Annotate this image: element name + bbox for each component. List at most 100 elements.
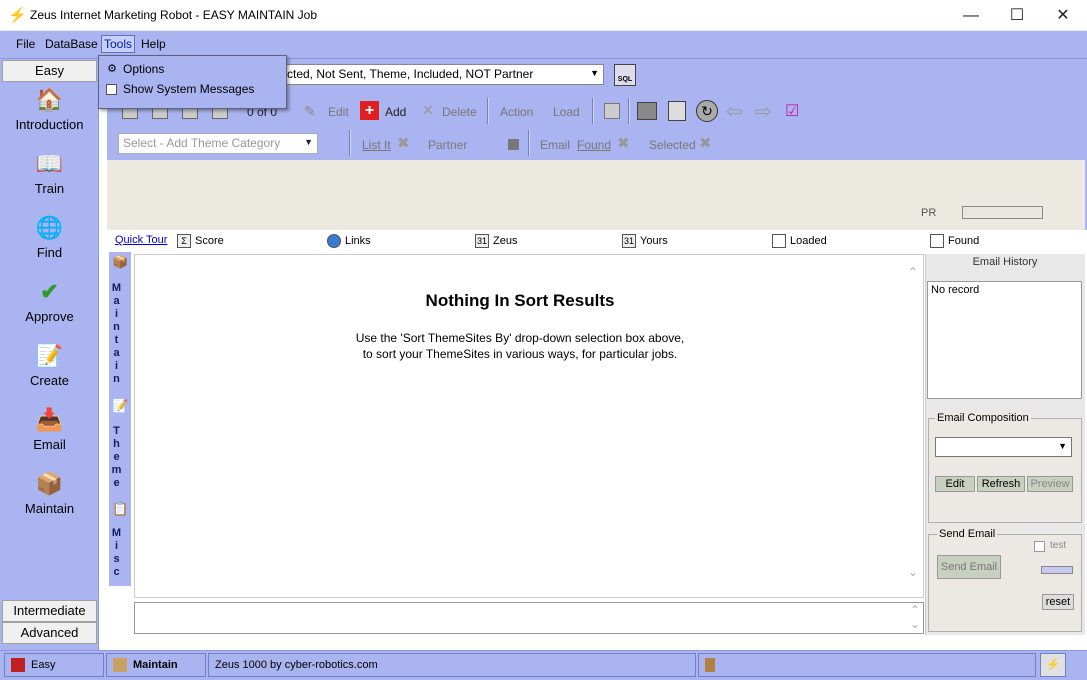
status-bar: Easy Maintain Zeus 1000 by cyber-robotic… [0, 650, 1087, 680]
add-button[interactable]: Add [385, 105, 406, 119]
info-area [107, 160, 1085, 230]
calendar-icon: 31 [475, 234, 489, 248]
scroll-up-icon[interactable]: ⌃ [905, 265, 921, 279]
close-icon[interactable]: ✖ [397, 134, 410, 152]
easy-tab[interactable]: Easy [2, 60, 97, 82]
back-arrow-icon[interactable]: ⇦ [726, 99, 743, 124]
theme-tab-icon: 📝 [112, 398, 129, 413]
maintain-icon [113, 658, 127, 673]
nav-maintain-label: Maintain [24, 501, 75, 516]
checkmark-icon: ✔ [40, 279, 59, 304]
email-composition-select[interactable]: ▼ [935, 437, 1072, 457]
window-title: Zeus Internet Marketing Robot - EASY MAI… [30, 8, 318, 22]
yours-label: Yours [640, 234, 668, 247]
menu-file[interactable]: File [13, 37, 38, 51]
menu-help[interactable]: Help [138, 37, 169, 51]
menu-database[interactable]: DataBase [42, 37, 101, 51]
forward-arrow-icon[interactable]: ⇨ [755, 99, 772, 124]
sql-label: SQL [617, 76, 633, 83]
preview-button[interactable]: Preview [1027, 476, 1073, 492]
status-level-label: Easy [31, 659, 56, 671]
toolbar-separator [528, 130, 530, 156]
found-button[interactable]: Found [577, 138, 611, 152]
title-bar: ⚡ Zeus Internet Marketing Robot - EASY M… [0, 0, 1087, 31]
menu-item-show-system-messages[interactable]: Show System Messages [103, 79, 283, 99]
close-button[interactable]: ✕ [1040, 0, 1086, 31]
menu-tools[interactable]: Tools [101, 35, 136, 53]
zeus-lightning-icon: ⚡ [8, 7, 27, 24]
intermediate-tab[interactable]: Intermediate [2, 600, 97, 622]
status-info: Zeus 1000 by cyber-robotics.com [208, 653, 696, 677]
action-menu[interactable]: Action [500, 105, 533, 119]
close-icon[interactable]: ✖ [699, 134, 712, 152]
scroll-up-icon[interactable]: ⌃ [907, 603, 923, 617]
vertical-tabs: 📦 Maintain 📝 Theme 📋 Misc [109, 252, 131, 586]
nav-maintain[interactable]: 📦 Maintain [2, 467, 97, 531]
globe-icon: 🌐 [35, 215, 64, 240]
grid-icon[interactable] [604, 103, 620, 119]
scroll-down-icon[interactable]: ⌄ [905, 565, 921, 579]
delete-icon: ✕ [422, 102, 434, 118]
nav-find[interactable]: 🌐 Find [2, 211, 97, 275]
tools-dropdown-menu: ⚙ Options Show System Messages [98, 55, 287, 109]
email-icon: 📥 [35, 407, 64, 432]
browser-icon[interactable] [637, 102, 657, 120]
add-icon[interactable]: + [360, 101, 379, 120]
nav-approve[interactable]: ✔ Approve [2, 275, 97, 339]
close-icon[interactable]: ✖ [617, 134, 630, 152]
nav-introduction-label: Introduction [15, 117, 84, 132]
found-link[interactable]: Found [930, 234, 979, 248]
test-checkbox[interactable] [1034, 541, 1045, 552]
scroll-down-icon[interactable]: ⌄ [907, 617, 923, 631]
refresh-icon[interactable]: ↻ [696, 100, 718, 122]
quick-tour-link[interactable]: Quick Tour [115, 234, 167, 246]
nav-email-label: Email [33, 437, 66, 452]
score-label: Score [195, 234, 224, 247]
notes-box[interactable]: ⌃ ⌄ [134, 602, 924, 634]
maintain-icon: 📦 [35, 471, 64, 496]
checklist-icon[interactable]: ☑ [785, 101, 799, 121]
link-bar: Quick Tour Σ Score Links 31 Zeus 31 Yours L… [107, 230, 1085, 252]
delete-button[interactable]: Delete [442, 105, 477, 119]
advanced-tab[interactable]: Advanced [2, 622, 97, 644]
edit-composition-button[interactable]: Edit [935, 476, 975, 492]
yours-link[interactable]: 31 Yours [622, 234, 668, 248]
email-history-list[interactable]: No record [927, 281, 1082, 399]
selected-button[interactable]: Selected [649, 138, 696, 152]
sort-themesites-select[interactable]: cted, Not Sent, Theme, Included, NOT Par… [282, 64, 604, 85]
score-link[interactable]: Σ Score [177, 234, 224, 248]
partner-icon[interactable] [508, 139, 519, 150]
sql-button[interactable]: SQL [614, 64, 636, 86]
refresh-button[interactable]: Refresh [977, 476, 1025, 492]
train-icon: 📖 [35, 151, 64, 176]
partner-button[interactable]: Partner [428, 138, 467, 152]
nav-train[interactable]: 📖 Train [2, 147, 97, 211]
load-menu[interactable]: Load [553, 105, 580, 119]
minimize-button[interactable]: — [948, 0, 994, 31]
pr-label: PR [921, 207, 937, 219]
zeus-link[interactable]: 31 Zeus [475, 234, 517, 248]
nav-email[interactable]: 📥 Email [2, 403, 97, 467]
nav-train-label: Train [34, 181, 65, 196]
maintain-tab-icon: 📦 [112, 254, 129, 269]
list-it-button[interactable]: List It [362, 138, 391, 152]
reset-button[interactable]: reset [1042, 594, 1074, 610]
theme-category-select[interactable]: Select - Add Theme Category ▼ [118, 133, 318, 154]
tab-misc[interactable]: Misc [109, 523, 131, 583]
loaded-link[interactable]: Loaded [772, 234, 827, 248]
tab-theme[interactable]: Theme [109, 420, 131, 495]
maximize-button[interactable]: ☐ [994, 0, 1040, 31]
toolbar-separator [349, 130, 351, 156]
tab-maintain[interactable]: Maintain [109, 276, 131, 391]
menu-item-options[interactable]: ⚙ Options [103, 59, 283, 79]
nav-create[interactable]: 📝 Create [2, 339, 97, 403]
lightning-button[interactable]: ⚡ [1040, 653, 1066, 677]
status-level: Easy [4, 653, 104, 677]
database-icon [705, 658, 715, 673]
nav-introduction[interactable]: 🏠 Introduction [2, 83, 97, 147]
page-icon[interactable] [668, 101, 686, 121]
edit-button[interactable]: Edit [328, 105, 349, 119]
send-email-button[interactable]: Send Email [937, 555, 1001, 579]
links-link[interactable]: Links [327, 234, 371, 248]
pagerank-bar [962, 206, 1043, 219]
